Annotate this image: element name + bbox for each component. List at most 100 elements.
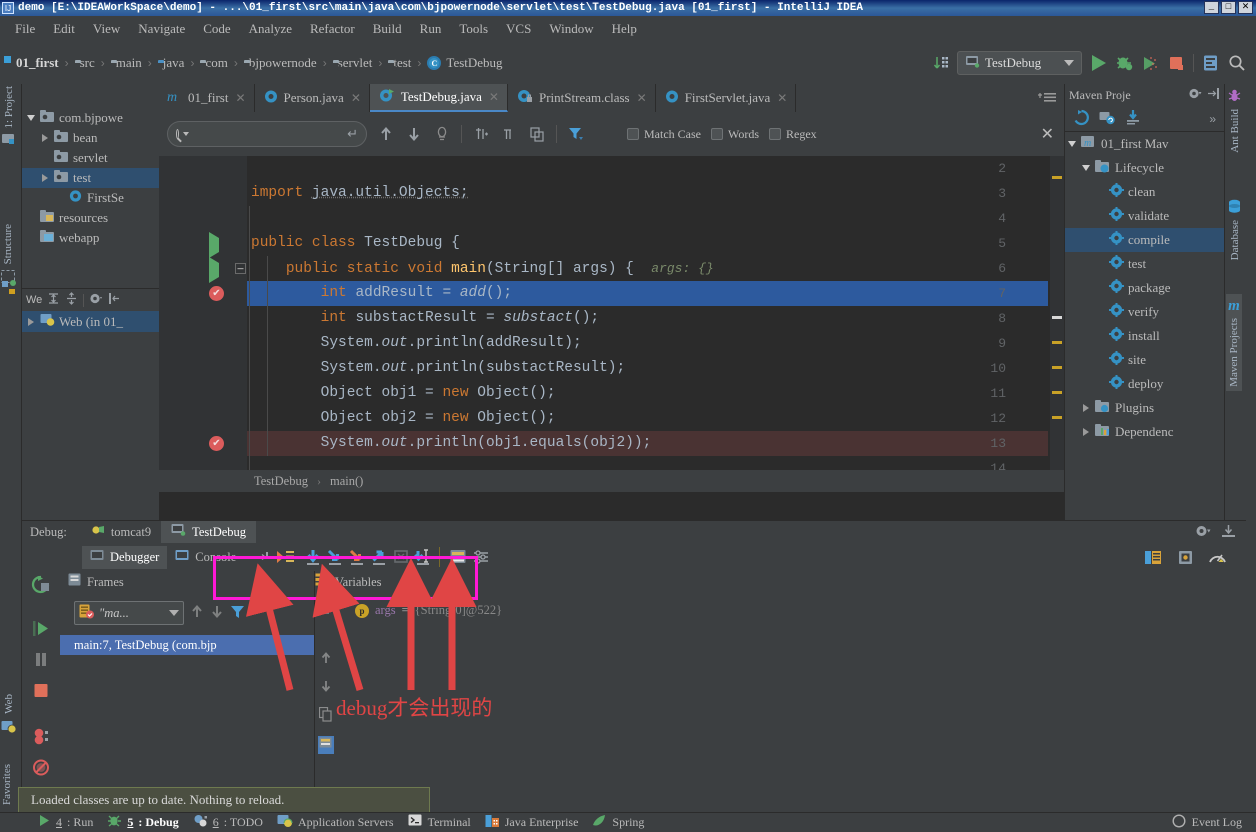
twisty-down-icon[interactable] xyxy=(1067,141,1077,147)
close-tab-icon[interactable]: ✕ xyxy=(235,91,245,105)
menu-item-analyze[interactable]: Analyze xyxy=(240,18,301,40)
search-everywhere-icon[interactable] xyxy=(1227,54,1246,73)
run-gutter-icon[interactable] xyxy=(209,238,219,252)
regex-checkbox[interactable]: Regex xyxy=(769,127,817,142)
twisty-down-icon[interactable] xyxy=(1081,165,1091,171)
maven-tree-row[interactable]: package xyxy=(1065,276,1224,300)
code-line[interactable]: public static void main(String[] args) {… xyxy=(247,256,1048,281)
project-tree-row[interactable]: webapp xyxy=(22,228,159,248)
breadcrumb-item-test[interactable]: test xyxy=(385,53,414,73)
evaluate-icon[interactable] xyxy=(318,736,334,754)
close-tab-icon[interactable]: ✕ xyxy=(777,91,787,105)
menu-item-edit[interactable]: Edit xyxy=(44,18,84,40)
threads-view-icon[interactable] xyxy=(1142,546,1164,568)
maven-settings-gear-icon[interactable] xyxy=(1188,87,1202,104)
twisty-right-icon[interactable] xyxy=(1081,428,1091,436)
reimport-icon[interactable] xyxy=(1073,109,1090,129)
menu-item-tools[interactable]: Tools xyxy=(450,18,497,40)
profiler-icon[interactable] xyxy=(1201,54,1220,73)
editor-gutter[interactable] xyxy=(159,156,247,492)
status-spring[interactable]: Spring xyxy=(592,814,644,832)
stop-icon[interactable] xyxy=(31,681,51,703)
move-down-icon[interactable] xyxy=(319,679,333,696)
frames-filter-icon[interactable] xyxy=(230,604,246,622)
status-todo[interactable]: 6 : TODO xyxy=(193,814,263,832)
debug-button[interactable] xyxy=(1115,54,1134,73)
maven-tree-row[interactable]: Dependenc xyxy=(1065,420,1224,444)
editor-tab-01-first[interactable]: m 01_first ✕ xyxy=(159,84,255,112)
breadcrumb-class[interactable]: TestDebug xyxy=(254,474,308,489)
sidebar-item-favorites-top-icon[interactable] xyxy=(1,279,17,295)
code-line[interactable] xyxy=(247,206,1048,231)
match-case-checkbox[interactable]: Match Case xyxy=(627,127,701,142)
maven-tree-row[interactable]: validate xyxy=(1065,204,1224,228)
search-history-chevron-icon[interactable] xyxy=(183,132,189,136)
code-line[interactable]: System.out.println(substactResult); xyxy=(247,356,1048,381)
stripe-mark-6[interactable] xyxy=(1052,416,1062,419)
maven-tree-row[interactable]: verify xyxy=(1065,300,1224,324)
maven-tree-row[interactable]: Lifecycle xyxy=(1065,156,1224,180)
sidebar-item-maven-projects[interactable]: m Maven Projects xyxy=(1226,294,1242,391)
copy-icon[interactable] xyxy=(319,707,333,725)
run-button[interactable] xyxy=(1089,54,1108,73)
stripe-mark-4[interactable] xyxy=(1052,366,1062,369)
tab-debugger[interactable]: Debugger xyxy=(82,546,167,569)
menu-item-build[interactable]: Build xyxy=(364,18,411,40)
code-line[interactable]: System.out.println(addResult); xyxy=(247,331,1048,356)
menu-item-file[interactable]: File xyxy=(6,18,44,40)
status-application-servers[interactable]: Application Servers xyxy=(277,814,394,832)
maven-tree-row[interactable]: test xyxy=(1065,252,1224,276)
expand-all-icon[interactable] xyxy=(47,292,60,308)
hide-panel-icon[interactable] xyxy=(108,292,121,308)
editor-tab-firstservlet-java[interactable]: FirstServlet.java ✕ xyxy=(656,84,797,112)
code-breadcrumb[interactable]: TestDebug › main() xyxy=(159,470,1064,492)
breadcrumb-item-src[interactable]: src xyxy=(72,53,98,73)
maximize-button[interactable]: □ xyxy=(1221,1,1236,14)
add-selection-prev-icon[interactable] xyxy=(500,125,518,143)
menu-item-view[interactable]: View xyxy=(84,18,129,40)
maven-tree[interactable]: m 01_first Mav Lifecycle clean validate compi… xyxy=(1065,132,1224,444)
menu-item-help[interactable]: Help xyxy=(603,18,646,40)
rerun-icon[interactable] xyxy=(31,575,51,597)
code-line[interactable] xyxy=(247,156,1048,181)
code-line[interactable]: int addResult = add(); xyxy=(247,281,1048,306)
overhead-gauge-icon[interactable] xyxy=(1206,546,1228,568)
close-tab-icon[interactable]: ✕ xyxy=(489,90,499,104)
regex-checkbox-box[interactable] xyxy=(769,128,781,140)
frames-up-icon[interactable] xyxy=(190,604,204,622)
memory-view-icon[interactable] xyxy=(1174,546,1196,568)
more-actions-icon[interactable]: » xyxy=(1209,112,1224,126)
maven-tree-row[interactable]: Plugins xyxy=(1065,396,1224,420)
breadcrumb-item-01_first[interactable]: 01_first xyxy=(8,53,62,73)
sidebar-item-project[interactable]: 1: Project xyxy=(1,86,16,149)
close-find-icon[interactable]: ✕ xyxy=(1041,124,1054,144)
sidebar-item-web[interactable]: Web xyxy=(1,694,17,737)
breadcrumb-item-main[interactable]: main xyxy=(108,53,145,73)
filter-funnel-icon[interactable] xyxy=(567,125,585,143)
twisty-right-icon[interactable] xyxy=(40,134,50,142)
status-run[interactable]: 4 : Run xyxy=(38,814,93,831)
select-all-occurrences-icon[interactable] xyxy=(433,125,451,143)
pause-icon[interactable] xyxy=(31,650,51,672)
move-up-icon[interactable] xyxy=(319,651,333,668)
search-input[interactable] xyxy=(193,127,343,142)
breadcrumb-item-bjpowernode[interactable]: bjpowernode xyxy=(241,53,320,73)
generate-sources-icon[interactable] xyxy=(1099,110,1116,128)
minimize-button[interactable]: _ xyxy=(1204,1,1219,14)
maven-tree-row[interactable]: compile xyxy=(1065,228,1224,252)
window-controls[interactable]: _ □ ✕ xyxy=(1204,1,1253,14)
code-line[interactable]: public class TestDebug { xyxy=(247,231,1048,256)
sidebar-item-ant-build[interactable]: Ant Build xyxy=(1227,88,1242,153)
sidebar-item-favorites[interactable]: Favorites xyxy=(1,764,13,805)
maven-hide-panel-icon[interactable] xyxy=(1207,87,1220,104)
code-line[interactable]: Object obj1 = new Object(); xyxy=(247,381,1048,406)
words-checkbox-box[interactable] xyxy=(711,128,723,140)
maven-tree-row[interactable]: clean xyxy=(1065,180,1224,204)
prev-occurrence-icon[interactable] xyxy=(377,125,395,143)
maven-tree-row[interactable]: m 01_first Mav xyxy=(1065,132,1224,156)
editor-tab-testdebug-java[interactable]: TestDebug.java ✕ xyxy=(370,84,508,112)
project-tree-row[interactable]: resources xyxy=(22,208,159,228)
project-tree-row[interactable]: com.bjpowe xyxy=(22,108,159,128)
match-case-checkbox-box[interactable] xyxy=(627,128,639,140)
status-debug[interactable]: 5 : Debug xyxy=(107,814,178,832)
